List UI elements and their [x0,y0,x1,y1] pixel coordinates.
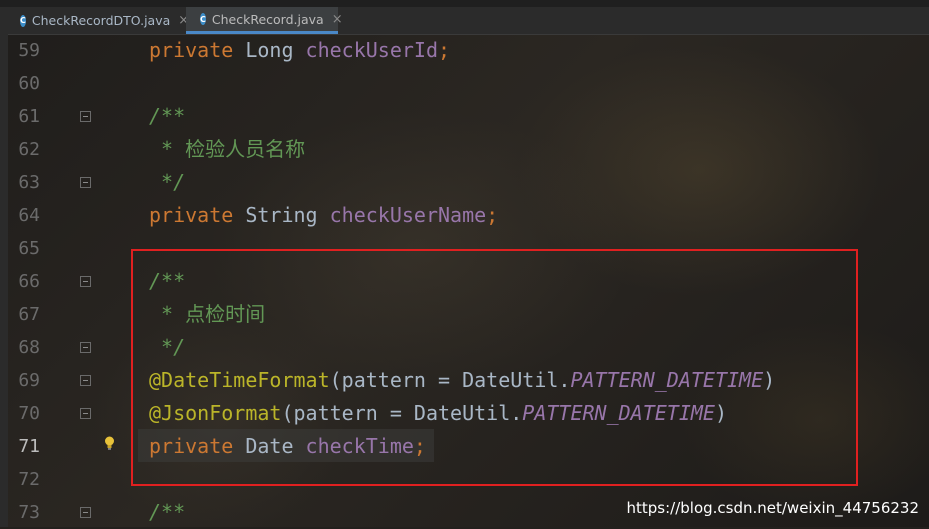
code-token: 检验人员名称 [185,137,306,161]
code-line[interactable]: 61 /** [0,100,929,133]
code-token: /** [149,104,186,128]
code-token: */ [149,170,186,194]
tab-label: CheckRecord.java [211,11,324,27]
java-class-icon: C [20,14,26,27]
code-token: checkUserName [329,203,487,227]
line-number: 71 [18,436,40,457]
tab-checkrecord[interactable]: C CheckRecord.java × [186,7,343,34]
line-number: 62 [18,139,40,160]
code-line[interactable]: 59 private Long checkUserId; [0,34,929,67]
line-number: 67 [18,304,40,325]
line-number: 66 [18,271,40,292]
code-text: /** [149,496,185,529]
line-number: 64 [18,205,40,226]
line-number: 73 [18,502,40,523]
fold-icon[interactable] [80,276,91,287]
code-text: /** [149,100,185,133]
fold-icon[interactable] [80,375,91,386]
line-number: 61 [18,106,40,127]
line-number: 69 [18,370,40,391]
code-token: private [149,203,246,227]
code-text: * 检验人员名称 [149,133,305,166]
code-line[interactable]: 60 [0,67,929,100]
code-token: String [245,203,330,227]
tab-label: CheckRecordDTO.java [31,13,171,28]
line-number: 63 [18,172,40,193]
line-number: 65 [18,238,40,259]
line-number: 59 [18,40,40,61]
line-number: 68 [18,337,40,358]
code-token: checkUserId [305,38,438,62]
code-token: /** [149,500,186,524]
fold-icon[interactable] [80,342,91,353]
line-number: 70 [18,403,40,424]
lightbulb-icon[interactable] [104,436,115,450]
code-token: ; [438,38,451,62]
code-token: * [149,137,186,161]
code-token: private [149,38,246,62]
code-token: ; [486,203,499,227]
code-line[interactable]: 62 * 检验人员名称 [0,133,929,166]
code-text: */ [149,166,185,199]
fold-icon[interactable] [80,111,91,122]
tab-checkrecorddto[interactable]: C CheckRecordDTO.java × [6,7,189,34]
fold-icon[interactable] [80,177,91,188]
java-class-icon: C [200,13,206,25]
code-text: private Long checkUserId; [149,34,450,67]
highlight-box [131,249,858,486]
code-line[interactable]: 64 private String checkUserName; [0,199,929,232]
line-number: 60 [18,73,40,94]
navigation-bar [0,0,929,7]
fold-icon[interactable] [80,408,91,419]
watermark-text: https://blog.csdn.net/weixin_44756232 [626,499,919,517]
code-text: private String checkUserName; [149,199,498,232]
code-line[interactable]: 63 */ [0,166,929,199]
line-number: 72 [18,469,40,490]
editor-tab-bar: C CheckRecordDTO.java × C CheckRecord.ja… [0,0,929,35]
fold-icon[interactable] [80,507,91,518]
close-icon[interactable]: × [332,12,343,27]
code-token: Long [245,38,306,62]
